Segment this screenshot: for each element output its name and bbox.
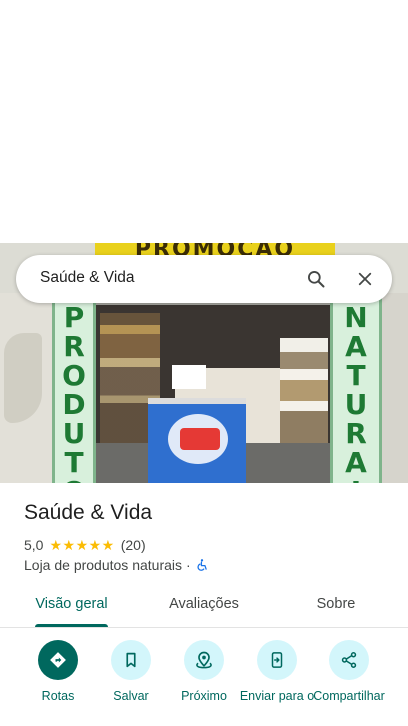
share-button[interactable]: Compartilhar — [309, 640, 389, 703]
tab-overview[interactable]: Visão geral — [35, 596, 108, 612]
sign-letter: I — [333, 477, 379, 483]
search-icon — [308, 271, 325, 288]
sign-letter: P — [63, 301, 85, 334]
search-bar[interactable]: Saúde & Vida — [16, 255, 392, 303]
save-circle[interactable] — [111, 640, 151, 680]
send-to-phone-button[interactable]: Enviar para o — [237, 640, 317, 703]
star-rating-icon: ★★★★★ — [49, 536, 115, 553]
share-label: Compartilhar — [313, 689, 385, 703]
sign-letter: D — [62, 388, 86, 421]
search-button[interactable] — [300, 263, 332, 295]
photo-left-sign-text: PRODUTOS — [55, 303, 93, 483]
tabs-divider — [0, 627, 408, 628]
sign-letter: U — [62, 417, 86, 450]
directions-button[interactable]: Rotas — [18, 640, 98, 703]
send-to-phone-label: Enviar para o — [239, 689, 315, 703]
save-button[interactable]: Salvar — [91, 640, 171, 703]
send-to-phone-icon — [271, 652, 283, 668]
nearby-label: Próximo — [181, 689, 227, 703]
nearby-icon — [196, 651, 212, 669]
sign-letter: O — [55, 477, 93, 483]
sign-letter: R — [63, 330, 85, 363]
sign-letter: A — [345, 330, 367, 363]
review-count: (20) — [120, 537, 146, 553]
rating-row[interactable]: 5,0 ★★★★★ (20) — [24, 536, 146, 554]
photo-wall-right — [382, 293, 408, 483]
search-query[interactable]: Saúde & Vida — [40, 269, 135, 287]
photo-pillar-right: NATURAIS — [330, 293, 382, 483]
tab-bar: Visão geral Avaliações Sobre — [0, 588, 408, 628]
photo-freezer — [148, 398, 246, 483]
rating-value: 5,0 — [24, 537, 44, 553]
share-circle[interactable] — [329, 640, 369, 680]
sign-letter: U — [344, 388, 368, 421]
place-title: Saúde & Vida — [24, 501, 153, 524]
close-button[interactable] — [349, 263, 381, 295]
sign-letter: A — [345, 446, 367, 479]
save-label: Salvar — [113, 689, 149, 703]
sign-letter: T — [346, 359, 366, 392]
category-row: Loja de produtos naturais · — [24, 556, 209, 574]
close-icon — [358, 272, 372, 286]
photo-small-sign — [172, 365, 206, 389]
photo-pillar-left: PRODUTOS — [52, 293, 96, 483]
photo-right-sign-text: NATURAIS — [333, 303, 379, 483]
nearby-button[interactable]: Próximo — [164, 640, 244, 703]
sign-letter: N — [344, 301, 368, 334]
photo-wall-left — [0, 293, 52, 483]
bookmark-icon — [126, 652, 136, 668]
tab-reviews[interactable]: Avaliações — [160, 596, 248, 612]
nearby-circle[interactable] — [184, 640, 224, 680]
sign-letter: T — [64, 446, 84, 479]
place-category: Loja de produtos naturais — [24, 557, 182, 573]
share-icon — [341, 652, 357, 668]
wheelchair-accessible-icon — [197, 559, 207, 571]
directions-label: Rotas — [41, 689, 75, 703]
directions-circle[interactable] — [38, 640, 78, 680]
send-to-phone-circle[interactable] — [257, 640, 297, 680]
category-separator: · — [186, 557, 191, 573]
map-blank-area — [0, 0, 408, 243]
action-bar: Rotas Salvar Próximo Enviar para o Compa… — [0, 640, 408, 726]
directions-icon — [50, 652, 66, 668]
tab-about[interactable]: Sobre — [306, 596, 366, 612]
sign-letter: R — [345, 417, 367, 450]
sign-letter: O — [62, 359, 86, 392]
